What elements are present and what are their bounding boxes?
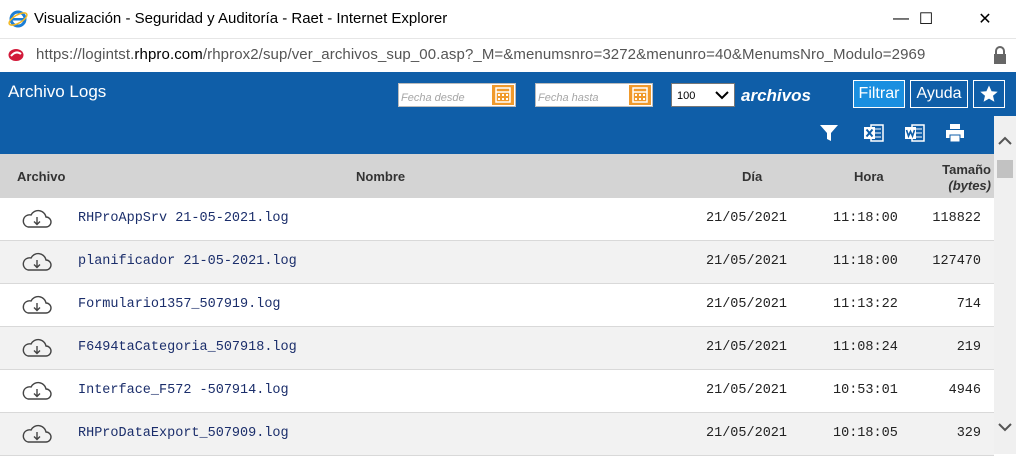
col-nombre[interactable]: Nombre	[356, 169, 405, 184]
url-path: /rhprox2/sup/ver_archivos_sup_00.asp?_M=…	[202, 46, 926, 63]
file-size: 714	[956, 297, 981, 312]
address-bar[interactable]: https://logintst.rhpro.com/rhprox2/sup/v…	[0, 38, 1016, 72]
file-name-link[interactable]: Formulario1357_507919.log	[78, 297, 281, 312]
window-title: Visualización - Seguridad y Auditoría - …	[34, 10, 448, 27]
chevron-down-icon	[715, 91, 729, 100]
fecha-desde-field[interactable]	[398, 83, 516, 109]
file-name-link[interactable]: F6494taCategoria_507918.log	[78, 340, 297, 355]
col-tamano[interactable]: Tamaño (bytes)	[942, 162, 991, 194]
col-dia[interactable]: Día	[742, 169, 762, 184]
cloud-download-icon[interactable]	[20, 337, 54, 359]
cloud-download-icon[interactable]	[20, 380, 54, 402]
file-name-link[interactable]: RHProAppSrv 21-05-2021.log	[78, 211, 289, 226]
file-size: 118822	[932, 211, 981, 226]
fecha-hasta-field[interactable]	[535, 83, 653, 109]
url-domain: rhpro.com	[134, 46, 203, 63]
col-tamano-label: Tamaño	[942, 162, 991, 177]
file-time: 11:18:00	[833, 211, 898, 226]
table-row: RHProDataExport_507909.log 21/05/2021 10…	[0, 413, 994, 456]
file-size: 219	[956, 340, 981, 355]
file-date: 21/05/2021	[706, 254, 788, 269]
url-prefix: https://logintst.	[36, 46, 135, 63]
file-date: 21/05/2021	[706, 211, 788, 226]
fecha-desde-calendar-button[interactable]	[492, 85, 514, 105]
file-size: 4946	[948, 383, 981, 398]
close-button[interactable]: ✕	[962, 0, 1008, 38]
col-tamano-unit: (bytes)	[948, 178, 991, 193]
lock-icon	[994, 46, 1006, 64]
cloud-download-icon[interactable]	[20, 294, 54, 316]
word-icon[interactable]	[904, 122, 926, 144]
page-title: Archivo Logs	[8, 82, 107, 101]
table-row: Interface_F572 -507914.log 21/05/2021 10…	[0, 370, 994, 413]
col-archivo: Archivo	[17, 169, 66, 184]
file-name-link[interactable]: RHProDataExport_507909.log	[78, 426, 289, 441]
print-icon[interactable]	[944, 122, 966, 144]
table-header: Archivo Nombre Día Hora Tamaño (bytes)	[0, 154, 994, 198]
file-date: 21/05/2021	[706, 383, 788, 398]
cloud-download-icon[interactable]	[20, 423, 54, 445]
file-size: 127470	[932, 254, 981, 269]
favorite-button[interactable]	[973, 80, 1005, 108]
file-time: 10:18:05	[833, 426, 898, 441]
scroll-thumb[interactable]	[997, 160, 1013, 178]
chevron-down-icon[interactable]	[994, 416, 1016, 438]
filter-icon[interactable]	[818, 122, 840, 144]
cloud-download-icon[interactable]	[20, 208, 54, 230]
table-row: Formulario1357_507919.log 21/05/2021 11:…	[0, 284, 994, 327]
vertical-scrollbar[interactable]	[994, 116, 1016, 454]
page-size-value: 100	[677, 90, 696, 102]
file-date: 21/05/2021	[706, 426, 788, 441]
file-time: 10:53:01	[833, 383, 898, 398]
page-size-select[interactable]: 100	[671, 83, 735, 107]
excel-icon[interactable]	[863, 122, 885, 144]
fecha-hasta-input[interactable]	[536, 87, 628, 109]
ayuda-button[interactable]: Ayuda	[910, 80, 968, 108]
file-time: 11:08:24	[833, 340, 898, 355]
file-name-link[interactable]: Interface_F572 -507914.log	[78, 383, 289, 398]
file-date: 21/05/2021	[706, 297, 788, 312]
calendar-icon	[495, 87, 511, 103]
archivos-label: archivos	[741, 86, 811, 105]
window-titlebar: Visualización - Seguridad y Auditoría - …	[0, 0, 1016, 38]
calendar-icon	[632, 87, 648, 103]
file-time: 11:13:22	[833, 297, 898, 312]
file-list: RHProAppSrv 21-05-2021.log 21/05/2021 11…	[0, 198, 994, 456]
star-icon	[980, 85, 998, 102]
page-header: Archivo Logs 100 archivos Filtrar Ayuda	[0, 72, 1016, 154]
table-row: F6494taCategoria_507918.log 21/05/2021 1…	[0, 327, 994, 370]
table-row: RHProAppSrv 21-05-2021.log 21/05/2021 11…	[0, 198, 994, 241]
cloud-download-icon[interactable]	[20, 251, 54, 273]
fecha-hasta-calendar-button[interactable]	[629, 85, 651, 105]
filtrar-button[interactable]: Filtrar	[853, 80, 905, 108]
file-date: 21/05/2021	[706, 340, 788, 355]
file-name-link[interactable]: planificador 21-05-2021.log	[78, 254, 297, 269]
fecha-desde-input[interactable]	[399, 87, 491, 109]
maximize-button[interactable]: ☐	[903, 0, 949, 38]
site-icon	[8, 49, 24, 61]
url-text[interactable]: https://logintst.rhpro.com/rhprox2/sup/v…	[36, 46, 925, 63]
file-time: 11:18:00	[833, 254, 898, 269]
col-hora[interactable]: Hora	[854, 169, 884, 184]
ie-icon	[8, 10, 28, 28]
chevron-up-icon[interactable]	[994, 130, 1016, 152]
file-size: 329	[956, 426, 981, 441]
table-row: planificador 21-05-2021.log 21/05/2021 1…	[0, 241, 994, 284]
